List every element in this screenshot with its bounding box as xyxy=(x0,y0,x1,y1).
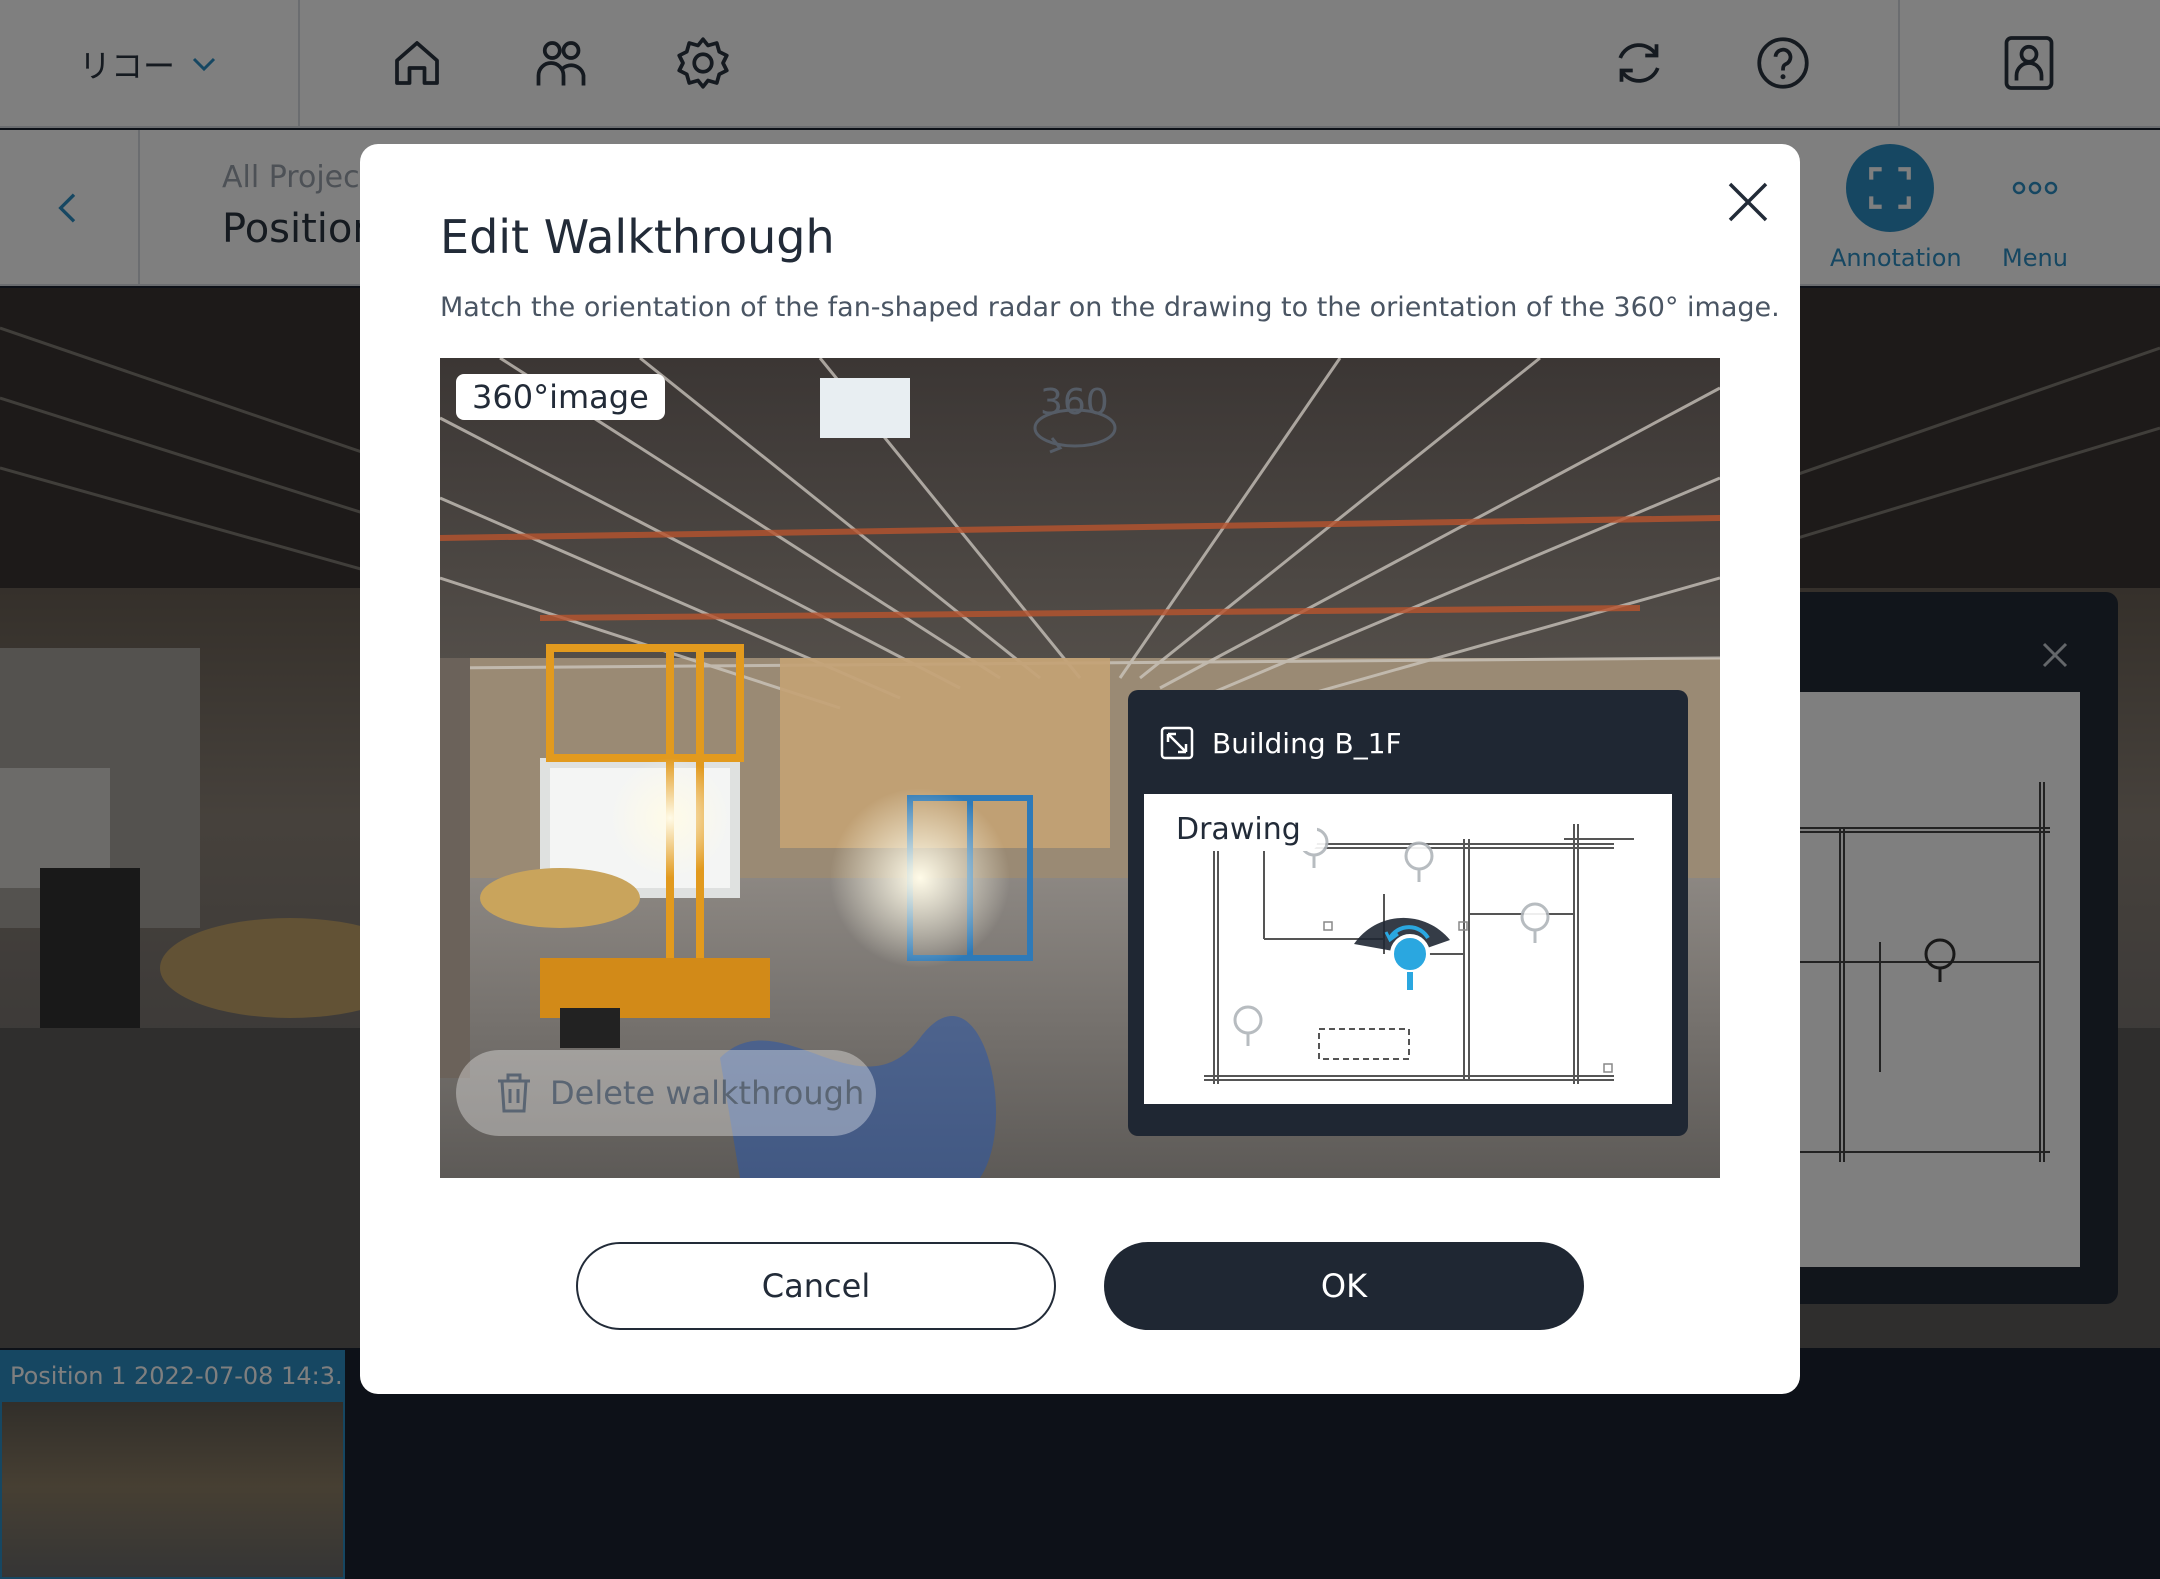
location-pin-icon[interactable] xyxy=(1404,841,1434,882)
location-pin-icon[interactable] xyxy=(1233,1005,1263,1046)
360-rotate-icon: 360 xyxy=(1033,382,1117,454)
dialog-title: Edit Walkthrough xyxy=(440,210,835,264)
drawing-minimap: Building B_1F Drawing xyxy=(1128,690,1688,1136)
drawing-tag: Drawing xyxy=(1160,808,1317,851)
close-icon xyxy=(1728,182,1768,222)
ok-button[interactable]: OK xyxy=(1104,1242,1584,1330)
delete-label: Delete walkthrough xyxy=(550,1074,865,1112)
edit-walkthrough-dialog: Edit Walkthrough Match the orientation o… xyxy=(360,144,1800,1394)
360-badge-label: 360 xyxy=(1040,382,1109,423)
delete-walkthrough-button[interactable]: Delete walkthrough xyxy=(456,1050,876,1136)
location-pin-icon[interactable] xyxy=(1520,902,1550,943)
close-dialog-button[interactable] xyxy=(1720,174,1776,230)
dialog-description: Match the orientation of the fan-shaped … xyxy=(440,292,1780,323)
expand-icon[interactable] xyxy=(1160,726,1194,760)
floor-drawing[interactable]: Drawing xyxy=(1144,794,1672,1104)
cancel-button[interactable]: Cancel xyxy=(576,1242,1056,1330)
drawing-title: Building B_1F xyxy=(1212,726,1402,760)
panorama-viewer[interactable]: 360°image 360 Delete walkthrough Buildin… xyxy=(440,358,1720,1178)
image-type-tag: 360°image xyxy=(456,374,665,420)
trash-icon xyxy=(498,1073,530,1113)
